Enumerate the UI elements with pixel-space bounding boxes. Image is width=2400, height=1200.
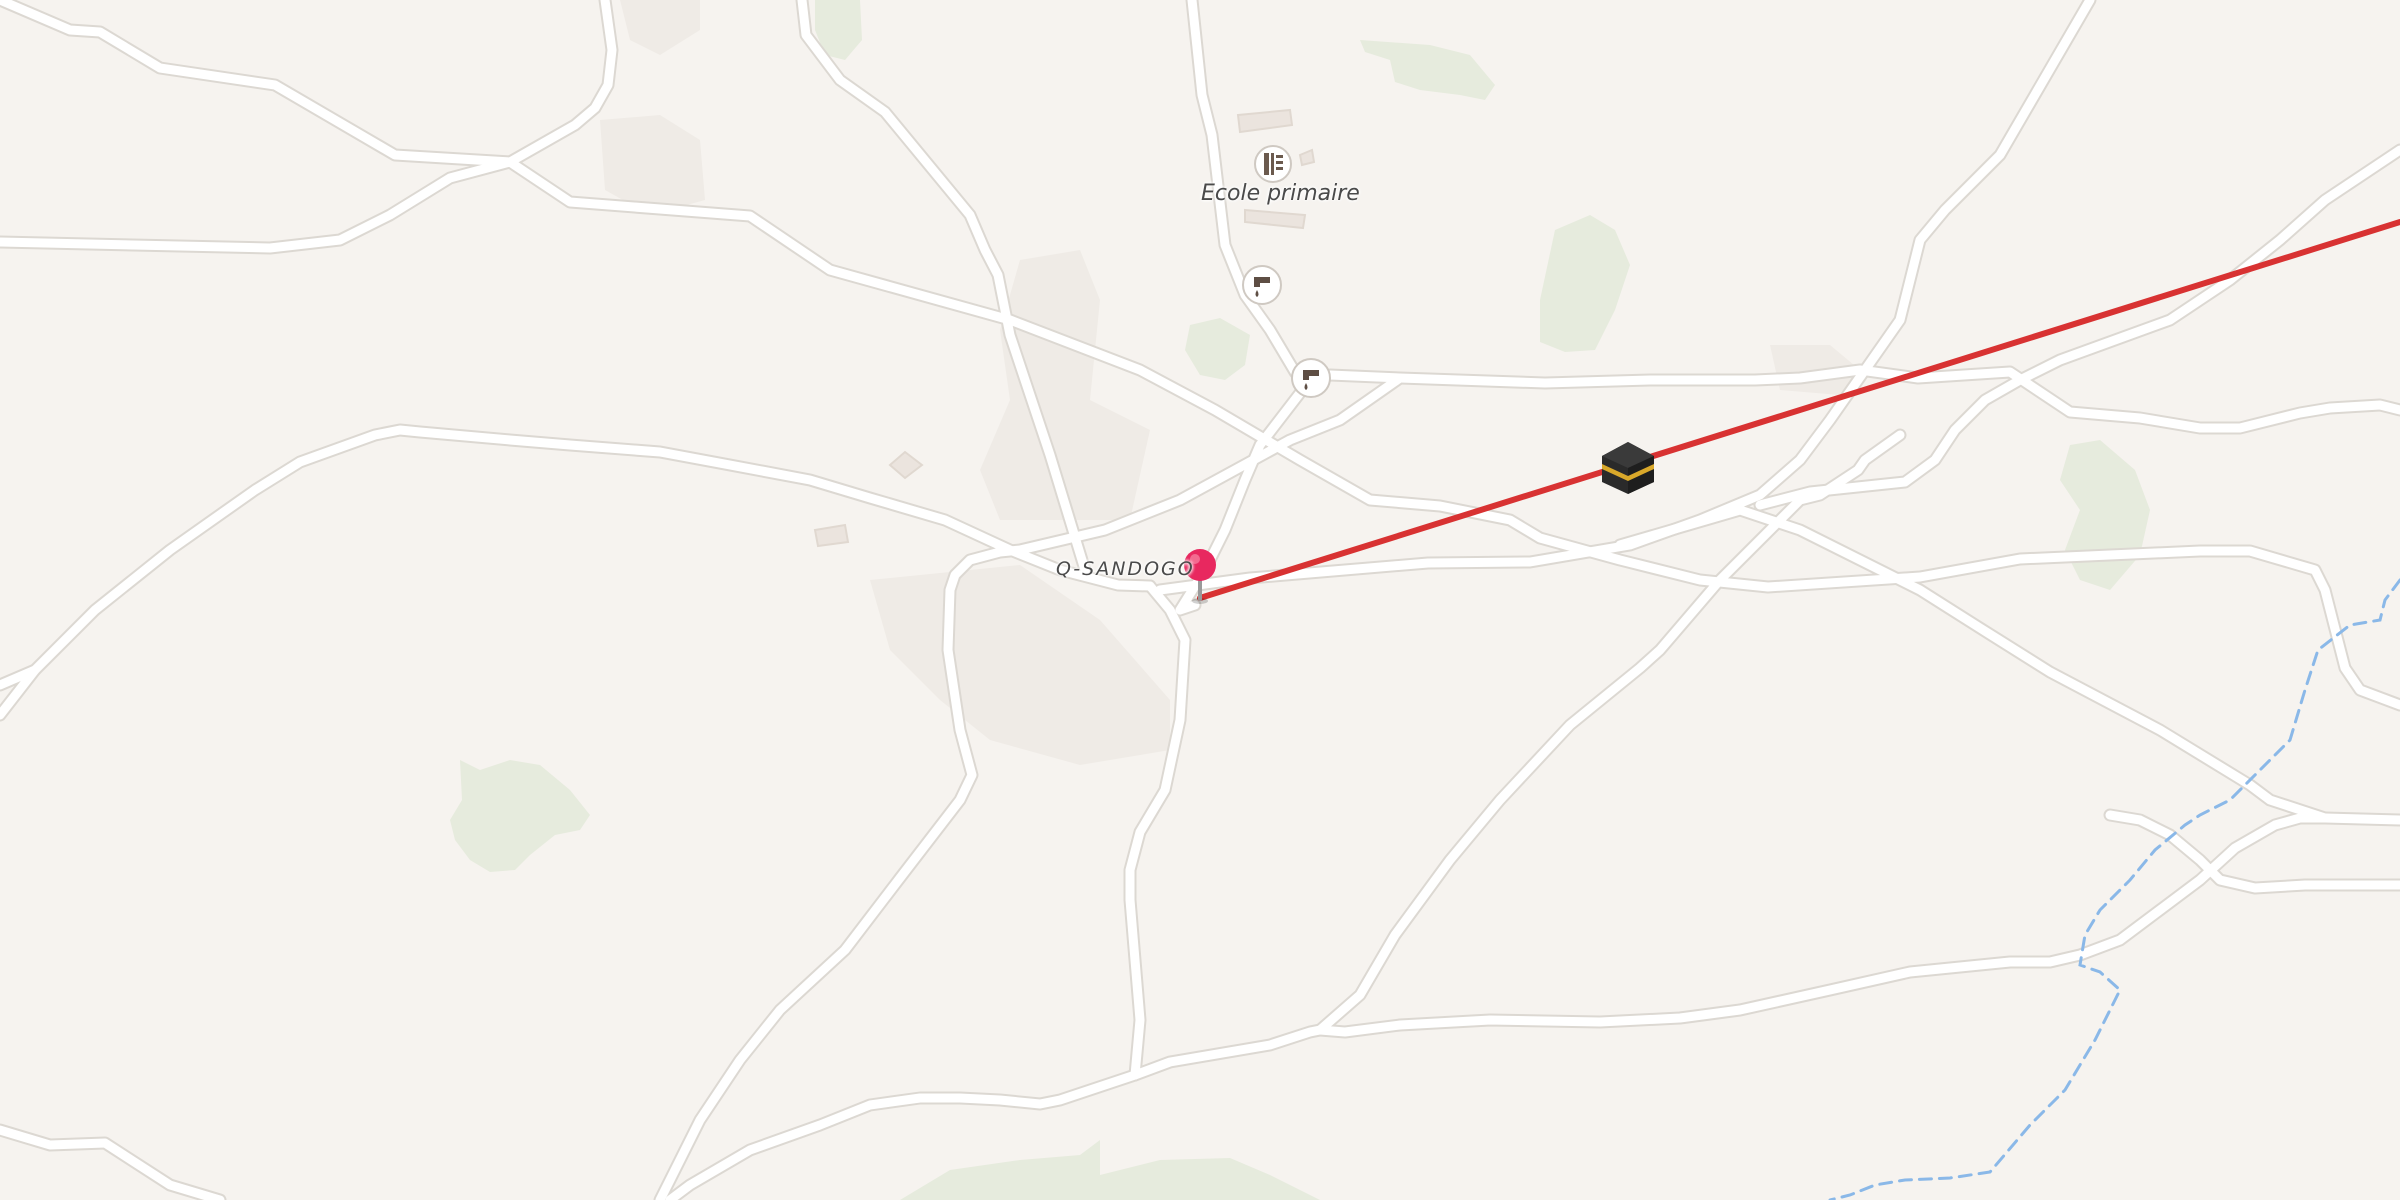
school-label: Ecole primaire [1201,181,1360,206]
route-line [1197,219,2400,601]
road [2320,813,2400,825]
kaaba-icon[interactable] [1602,442,1654,494]
vegetation-areas [450,0,2150,1200]
school-icon[interactable] [1254,145,1292,183]
water-tap-icon[interactable] [1291,358,1331,398]
road [1125,581,1190,1080]
village-label: Q-SANDOGO [1056,558,1195,580]
water-tap-icon[interactable] [1242,265,1282,305]
road-casing [0,0,619,169]
map-canvas[interactable] [0,0,2400,1200]
road-casing [1153,0,2097,597]
road [0,0,617,167]
road-casing [1313,428,1907,1037]
road [1315,430,1905,1035]
road [1155,0,2095,595]
road-casing [1128,811,2332,1082]
